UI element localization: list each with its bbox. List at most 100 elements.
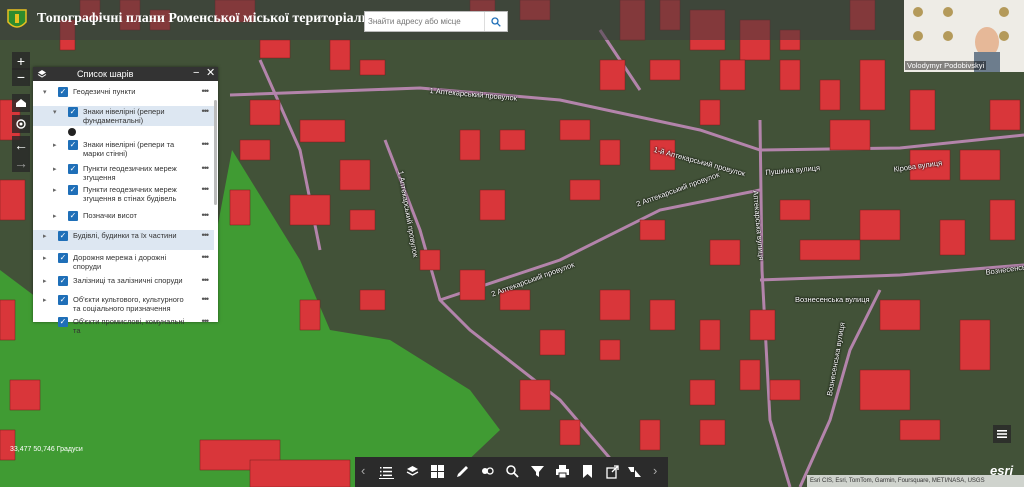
building-footprint[interactable] [719,59,746,91]
search-button[interactable] [484,12,507,31]
layer-visibility-checkbox[interactable]: ✓ [68,107,78,117]
building-footprint[interactable] [459,129,481,161]
building-footprint[interactable] [519,379,551,411]
layer-options-button[interactable]: ••• [202,252,210,262]
expand-arrow-icon[interactable]: ▸ [43,296,47,304]
layer-item[interactable]: ✓ Об'єкти промислові, комунальні та ••• [33,316,214,335]
building-footprint[interactable] [939,219,966,256]
search-box[interactable] [364,11,508,32]
close-button[interactable]: ✕ [206,66,215,79]
building-footprint[interactable] [989,199,1016,241]
layer-visibility-checkbox[interactable]: ✓ [58,253,68,263]
building-footprint[interactable] [559,119,591,141]
building-footprint[interactable] [359,59,386,76]
building-footprint[interactable] [349,209,376,231]
filter-icon[interactable] [530,464,545,479]
building-footprint[interactable] [819,79,841,111]
building-footprint[interactable] [359,289,386,311]
expand-arrow-icon[interactable]: ▸ [53,186,57,194]
building-footprint[interactable] [239,139,271,161]
building-footprint[interactable] [339,159,371,191]
zoom-out-button[interactable]: − [12,68,30,86]
layer-item[interactable]: ▸ ✓ Пункти геодезичних мереж згущення ••• [33,163,214,182]
building-footprint[interactable] [459,269,486,301]
building-footprint[interactable] [909,89,936,131]
building-footprint[interactable] [709,239,741,266]
building-footprint[interactable] [639,419,661,451]
building-footprint[interactable] [419,249,441,271]
building-footprint[interactable] [749,309,776,341]
layer-options-button[interactable]: ••• [202,316,210,326]
building-footprint[interactable] [479,189,506,221]
building-footprint[interactable] [599,289,631,321]
print-icon[interactable] [555,464,570,479]
building-footprint[interactable] [699,319,721,351]
collapse-arrow-icon[interactable]: ▾ [53,108,57,116]
toolbar-prev-button[interactable]: ‹ [361,463,365,478]
layer-options-button[interactable]: ••• [202,139,210,149]
layer-item[interactable]: ▸ ✓ Будівлі, будинки та їх частини ••• [33,230,214,250]
layer-visibility-checkbox[interactable]: ✓ [68,211,78,221]
draw-icon[interactable] [455,464,470,479]
layer-options-button[interactable]: ••• [202,106,210,116]
layer-visibility-checkbox[interactable]: ✓ [68,164,78,174]
layer-visibility-checkbox[interactable]: ✓ [58,295,68,305]
layer-item[interactable]: ▾ ✓ Геодезичні пункти ••• [33,86,214,100]
expand-arrow-icon[interactable]: ▸ [43,254,47,262]
layer-options-button[interactable]: ••• [202,230,210,240]
building-footprint[interactable] [779,59,801,91]
building-footprint[interactable] [769,379,801,401]
layer-options-button[interactable]: ••• [202,86,210,96]
building-footprint[interactable] [959,149,1001,181]
layer-item[interactable]: ▾ ✓ Знаки нівелірні (репери фундаментальні… [33,106,214,126]
layer-list-icon[interactable] [379,464,394,479]
building-footprint[interactable] [649,59,681,81]
building-footprint[interactable] [329,39,351,71]
layer-options-button[interactable]: ••• [202,210,210,220]
building-footprint[interactable] [259,39,291,59]
legend-button[interactable] [993,425,1011,443]
building-footprint[interactable] [599,59,626,91]
building-footprint[interactable] [879,299,921,331]
building-footprint[interactable] [899,419,941,441]
share-icon[interactable] [605,464,620,479]
layer-item[interactable]: ▸ ✓ Пункти геодезичних мереж згущення в ст… [33,184,214,206]
building-footprint[interactable] [299,299,321,331]
back-extent-button[interactable]: ← [12,136,30,154]
bookmark-icon[interactable] [580,464,595,479]
basemap-gallery-icon[interactable] [430,464,445,479]
layer-item[interactable]: ▸ ✓ Дорожня мережа і дорожні споруди ••• [33,252,214,272]
building-footprint[interactable] [0,429,16,461]
expand-arrow-icon[interactable]: ▸ [53,165,57,173]
layer-visibility-checkbox[interactable]: ✓ [58,276,68,286]
building-footprint[interactable] [699,419,726,446]
building-footprint[interactable] [249,459,351,487]
layer-visibility-checkbox[interactable]: ✓ [58,231,68,241]
expand-arrow-icon[interactable]: ▸ [43,277,47,285]
home-button[interactable] [12,94,30,112]
building-footprint[interactable] [569,179,601,201]
building-footprint[interactable] [859,59,886,111]
layer-item[interactable]: ▸ ✓ Залізниці та залізничні споруди ••• [33,275,214,289]
expand-arrow-icon[interactable]: ▸ [53,212,57,220]
analysis-icon[interactable] [480,464,495,479]
building-footprint[interactable] [689,379,716,406]
building-footprint[interactable] [539,329,566,356]
layer-options-button[interactable]: ••• [202,163,210,173]
building-footprint[interactable] [639,219,666,241]
layer-options-button[interactable]: ••• [202,294,210,304]
expand-arrow-icon[interactable]: ▸ [53,141,57,149]
layer-item[interactable]: ▸ ✓ Знаки нівелірні (репери та марки стінн… [33,139,214,159]
building-footprint[interactable] [599,139,621,166]
layer-visibility-checkbox[interactable]: ✓ [68,185,78,195]
building-footprint[interactable] [599,339,621,361]
building-footprint[interactable] [0,179,26,221]
building-footprint[interactable] [859,369,911,411]
layer-list-scrollbar[interactable] [214,100,217,205]
layer-item[interactable]: ▸ ✓ Об'єкти культового, культурного та соц… [33,294,214,316]
building-footprint[interactable] [859,209,901,241]
building-footprint[interactable] [779,199,811,221]
building-footprint[interactable] [829,119,871,151]
query-icon[interactable] [505,464,520,479]
search-input[interactable] [368,14,480,29]
